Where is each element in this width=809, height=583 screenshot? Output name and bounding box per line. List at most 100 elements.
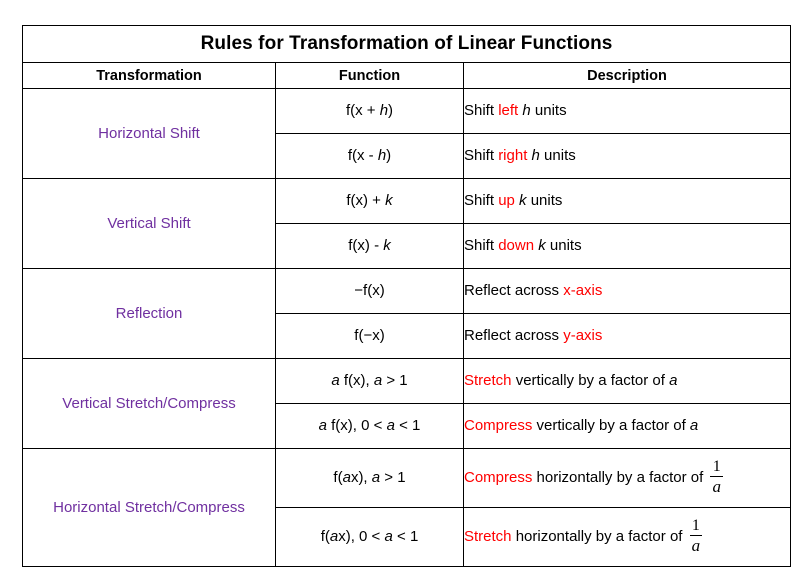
- text-run: horizontally by a factor of: [532, 468, 708, 486]
- description-text: Shift left h units: [464, 102, 567, 119]
- table-row: Vertical Stretch/Compress a f(x), a > 1 St…: [22, 358, 792, 449]
- description-text: Shift right h units: [464, 147, 576, 164]
- transformation-group-cell: Vertical Stretch/Compress: [22, 358, 276, 449]
- text-run: f(: [320, 528, 330, 545]
- text-run: x),: [350, 469, 372, 486]
- function-cell: f(ax), a > 1: [275, 448, 464, 508]
- function-expression: f(x) + k: [346, 192, 392, 209]
- fraction: 1a: [689, 518, 704, 554]
- emphasis-text: up: [498, 192, 515, 209]
- function-cell: f(x - h): [275, 133, 464, 179]
- description-cell: Shift right h units: [462, 133, 792, 179]
- table-row: Reflection −f(x) Reflect across x-axis: [22, 268, 792, 359]
- description-cell: Compress horizontally by a factor of 1a: [462, 448, 792, 508]
- function-cell: f(x + h): [275, 88, 464, 134]
- text-run: Shift: [464, 237, 499, 254]
- description-cell: Reflect across x-axis: [462, 268, 792, 314]
- function-expression: a f(x), 0 < a < 1: [319, 417, 421, 434]
- function-expression: f(x + h): [346, 102, 393, 119]
- variable-text: a: [331, 372, 340, 389]
- fraction-denominator: a: [691, 536, 701, 555]
- description-cell: Shift up k units: [462, 178, 792, 224]
- text-run: > 1: [380, 469, 406, 486]
- text-run: f(x -: [347, 147, 378, 164]
- text-run: ): [386, 147, 392, 164]
- function-expression: f(−x): [354, 327, 384, 344]
- column-header-function-label: Function: [338, 67, 401, 84]
- text-run: Reflect across: [464, 327, 564, 344]
- description-text: Reflect across x-axis: [464, 282, 602, 299]
- column-header-description: Description: [462, 62, 792, 89]
- table-row: Vertical Shift f(x) + k Shift up k units: [22, 178, 792, 269]
- function-expression: f(ax), a > 1: [333, 469, 405, 486]
- text-run: units: [545, 237, 582, 254]
- variable-text: a: [371, 469, 381, 486]
- emphasis-text: Stretch: [464, 372, 512, 389]
- text-run: ): [388, 102, 394, 119]
- emphasis-text: left: [498, 102, 519, 119]
- transformation-label: Vertical Stretch/Compress: [62, 394, 236, 412]
- column-header-transformation-label: Transformation: [96, 67, 202, 84]
- description-cell: Shift down k units: [462, 223, 792, 269]
- variable-text: a: [373, 372, 383, 389]
- description-cell: Stretch vertically by a factor of a: [462, 358, 792, 404]
- text-run: units: [539, 147, 576, 164]
- fraction: 1a: [709, 459, 724, 495]
- description-text: Stretch vertically by a factor of a: [464, 372, 677, 389]
- function-cell: a f(x), 0 < a < 1: [275, 403, 464, 449]
- rules-table: Rules for Transformation of Linear Funct…: [21, 25, 792, 567]
- text-run: vertically by a factor of: [532, 417, 690, 434]
- variable-text: a: [329, 528, 339, 545]
- fraction-denominator: a: [712, 477, 721, 496]
- emphasis-text: Stretch: [464, 527, 512, 545]
- transformation-label: Horizontal Stretch/Compress: [53, 498, 245, 516]
- page-title: Rules for Transformation of Linear Funct…: [200, 33, 613, 54]
- text-run: x), 0 <: [338, 528, 385, 545]
- text-run: f(x) +: [346, 192, 386, 209]
- emphasis-text: x-axis: [563, 282, 603, 299]
- variable-text: k: [519, 192, 527, 209]
- variable-text: k: [383, 237, 391, 254]
- text-run: f(x),: [339, 372, 374, 389]
- description-cell: Stretch horizontally by a factor of 1a: [462, 507, 792, 567]
- table-title-cell: Rules for Transformation of Linear Funct…: [21, 25, 792, 63]
- text-run: f(x), 0 <: [326, 417, 387, 434]
- variable-text: a: [669, 372, 678, 389]
- text-run: vertically by a factor of: [511, 372, 670, 389]
- function-expression: −f(x): [354, 282, 384, 299]
- transformation-label: Vertical Shift: [107, 214, 191, 232]
- function-cell: −f(x): [275, 268, 464, 314]
- variable-text: k: [385, 192, 393, 209]
- description-cell: Reflect across y-axis: [462, 313, 792, 359]
- function-expression: f(x - h): [348, 147, 391, 164]
- description-text: Reflect across y-axis: [464, 327, 602, 344]
- text-run: f(−x): [354, 327, 385, 344]
- function-cell: f(x) - k: [275, 223, 464, 269]
- transformation-group-cell: Vertical Shift: [22, 178, 276, 269]
- column-header-description-label: Description: [587, 67, 667, 84]
- variable-text: a: [689, 417, 699, 434]
- text-run: f(: [333, 469, 343, 486]
- text-run: Shift: [464, 102, 499, 119]
- rules-table-body: Rules for Transformation of Linear Funct…: [21, 25, 792, 567]
- variable-text: h: [531, 147, 540, 164]
- text-run: Shift: [464, 147, 499, 164]
- emphasis-text: right: [498, 147, 528, 164]
- column-header-transformation: Transformation: [22, 62, 276, 89]
- variable-text: h: [379, 102, 389, 119]
- text-run: < 1: [394, 417, 421, 434]
- variable-text: k: [538, 237, 546, 254]
- function-cell: f(ax), 0 < a < 1: [275, 507, 464, 567]
- text-run: < 1: [392, 528, 419, 545]
- text-run: f(x +: [345, 102, 380, 119]
- fraction-numerator: 1: [691, 517, 700, 534]
- transformation-label: Reflection: [115, 304, 183, 322]
- variable-text: a: [342, 469, 351, 486]
- function-cell: a f(x), a > 1: [275, 358, 464, 404]
- variable-text: a: [386, 417, 395, 434]
- variable-text: a: [318, 417, 327, 434]
- function-cell: f(−x): [275, 313, 464, 359]
- text-run: horizontally by a factor of: [511, 527, 687, 545]
- text-run: units: [530, 102, 567, 119]
- column-header-function: Function: [275, 62, 464, 89]
